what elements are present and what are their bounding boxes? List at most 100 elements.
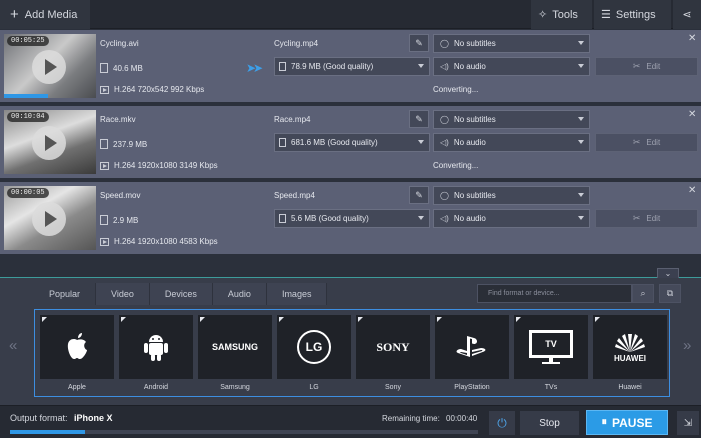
tab-audio[interactable]: Audio [212,283,267,305]
menu-icon: ☰ [601,9,611,21]
output-filename: Cycling.mp4 [274,39,319,48]
playstation-logo-icon [435,315,509,379]
play-icon[interactable] [32,126,66,160]
edit-label: Edit [646,62,661,71]
share-button[interactable]: ⋖ [673,0,701,29]
bottom-bar: Output format: iPhone X Remaining time: … [0,405,701,438]
pause-button[interactable]: ⏸ PAUSE [586,410,668,435]
search-button[interactable]: ⌕ [632,284,654,303]
output-format-label: Output format: [10,413,68,423]
rename-pencil-button[interactable]: ✎ [409,186,429,204]
source-codec-value: H.264 1920x1080 4583 Kbps [114,237,218,246]
android-logo-icon [119,315,193,379]
remaining-time-label: Remaining time: [382,414,440,423]
audio-select[interactable]: ◁) No audio [433,133,590,152]
file-icon [100,215,108,225]
file-row-speed[interactable]: 00:00:05 Speed.mov 2.9 MB H.264 1920x108… [0,182,701,256]
format-search-input[interactable]: Find format or device... [477,284,632,303]
speech-bubble-icon: ◯ [440,191,449,200]
device-search-icon: ⧉ [666,288,674,298]
add-media-label: Add Media [24,8,78,21]
device-tile-samsung[interactable]: SAMSUNG Samsung [198,315,272,396]
play-icon[interactable] [32,202,66,236]
samsung-logo-text: SAMSUNG [211,342,258,352]
subtitles-select[interactable]: ◯ No subtitles [433,186,590,205]
source-size: 2.9 MB [100,215,138,225]
scroll-left-chevron-icon[interactable]: « [9,337,17,354]
file-row-race[interactable]: 00:10:04 Race.mkv 237.9 MB H.264 1920x10… [0,106,701,180]
play-icon[interactable] [32,50,66,84]
subtitles-select[interactable]: ◯ No subtitles [433,34,590,53]
audio-select[interactable]: ◁) No audio [433,209,590,228]
source-codec: H.264 1920x1080 3149 Kbps [100,161,218,170]
file-icon [279,62,286,71]
plus-icon: + [10,6,19,23]
video-thumbnail[interactable]: 00:10:04 [4,110,96,174]
device-label: TVs [544,384,558,391]
speech-bubble-icon: ◯ [440,39,449,48]
speech-bubble-icon: ◯ [440,115,449,124]
remove-file-close-icon[interactable]: ✕ [688,33,696,44]
device-label: LG [309,384,319,391]
file-list: 00:05:25 Cycling.avi 40.6 MB H.264 720x5… [0,30,701,256]
audio-select[interactable]: ◁) No audio [433,57,590,76]
edit-button[interactable]: ✂ Edit [595,133,698,152]
open-output-folder-button[interactable]: ⇲ [677,411,699,435]
duration-badge: 00:05:25 [7,36,49,46]
format-tabs: Popular Video Devices Audio Images [34,283,328,305]
device-tile-apple[interactable]: Apple [40,315,114,396]
chevron-down-icon [578,41,584,45]
settings-button[interactable]: ☰ Settings [594,0,671,29]
share-icon: ⋖ [682,9,692,21]
file-row-cycling[interactable]: 00:05:25 Cycling.avi 40.6 MB H.264 720x5… [0,30,701,104]
detect-device-button[interactable]: ⧉ [659,284,681,303]
sony-logo-text: SONY [376,339,410,354]
rename-pencil-button[interactable]: ✎ [409,34,429,52]
video-thumbnail[interactable]: 00:05:25 [4,34,96,98]
chevron-down-icon [418,64,424,68]
audio-value: No audio [453,214,486,223]
source-size-value: 40.6 MB [113,63,143,73]
scissors-icon: ✂ [632,137,641,147]
device-tile-sony[interactable]: SONY Sony [356,315,430,396]
device-tile-android[interactable]: Android [119,315,193,396]
tab-popular[interactable]: Popular [34,283,97,305]
video-thumbnail[interactable]: 00:00:05 [4,186,96,250]
chevron-down-icon [418,216,424,220]
device-tile-tvs[interactable]: TV TVs [514,315,588,396]
edit-button[interactable]: ✂ Edit [595,57,698,76]
tab-images[interactable]: Images [266,283,328,305]
chevron-down-icon [578,216,584,220]
video-icon [100,85,109,94]
edit-label: Edit [646,214,661,223]
tab-devices[interactable]: Devices [149,283,213,305]
output-quality-select[interactable]: 78.9 MB (Good quality) [274,57,430,76]
tools-button[interactable]: ✧ Tools [531,0,592,29]
remove-file-close-icon[interactable]: ✕ [688,109,696,120]
source-codec: H.264 1920x1080 4583 Kbps [100,237,218,246]
shutdown-when-done-button[interactable]: ⏻ [489,411,515,435]
edit-button[interactable]: ✂ Edit [595,209,698,228]
output-filename: Race.mp4 [274,115,311,124]
output-format[interactable]: Output format: iPhone X [10,413,113,423]
stop-button[interactable]: Stop [520,411,579,435]
output-quality-value: 681.6 MB (Good quality) [291,138,378,147]
status-text: Converting... [433,85,479,94]
output-quality-select[interactable]: 681.6 MB (Good quality) [274,133,430,152]
device-tile-huawei[interactable]: HUAWEI Huawei [593,315,667,396]
tab-video[interactable]: Video [96,283,150,305]
remove-file-close-icon[interactable]: ✕ [688,185,696,196]
device-tile-playstation[interactable]: PlayStation [435,315,509,396]
file-icon [279,138,286,147]
output-format-value: iPhone X [74,413,113,423]
output-quality-select[interactable]: 5.6 MB (Good quality) [274,209,430,228]
rename-pencil-button[interactable]: ✎ [409,110,429,128]
chevron-down-icon [578,64,584,68]
subtitles-value: No subtitles [453,191,496,200]
device-tile-lg[interactable]: LG LG [277,315,351,396]
subtitles-select[interactable]: ◯ No subtitles [433,110,590,129]
search-icon: ⌕ [640,288,646,298]
add-media-button[interactable]: + Add Media [0,0,90,29]
edit-label: Edit [646,138,661,147]
scroll-right-chevron-icon[interactable]: » [683,337,691,354]
